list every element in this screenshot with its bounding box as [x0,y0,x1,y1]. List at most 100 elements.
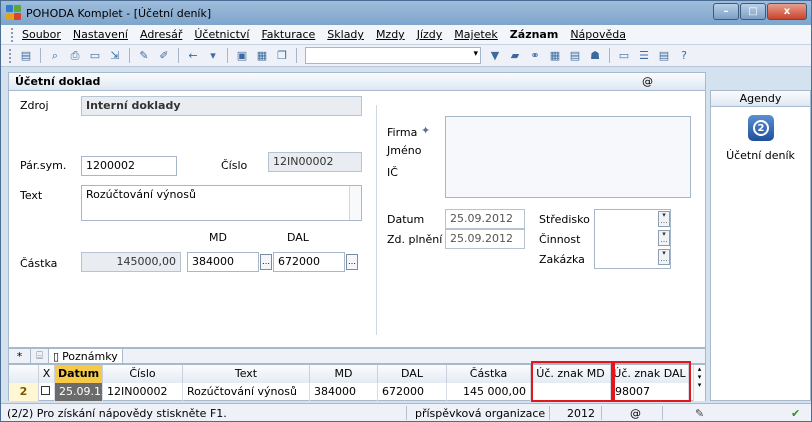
grid-header-x[interactable]: X [39,365,55,383]
close-button[interactable]: x [767,3,807,20]
grid-header-dal[interactable]: DAL [378,365,447,383]
filter-icon[interactable]: ▼ [487,48,503,64]
minimize-button[interactable]: – [713,3,739,20]
toolbar-separator [129,48,130,63]
row-castka[interactable]: 145 000,00 [447,383,531,401]
toolbar: ▤ ⌕ ⎙ ▭ ⇲ ✎ ✐ ← ▾ ▣ ▦ ❐ ▼ ▰ ⚭ ▦ ▤ ☗ ▭ ☰ … [1,45,811,67]
menu-jizdy[interactable]: Jízdy [417,28,443,41]
zakazka-label: Zakázka [539,253,585,266]
cislo-label: Číslo [221,159,248,172]
toolbar-separator [40,48,41,63]
back-icon[interactable]: ← [185,48,201,64]
dal-account-field[interactable]: 672000 [273,252,345,272]
jmeno-label: Jméno [387,144,422,157]
window-title: POHODA Komplet - [Účetní deník] [26,6,212,20]
window-icon[interactable]: ▭ [616,48,632,64]
stredisko-select-button[interactable]: ▾… [658,211,670,227]
agendy-item-ucetni-denik[interactable]: Účetní deník [711,149,810,162]
status-help: (2/2) Pro získání nápovědy stiskněte F1. [7,407,227,420]
menu-ucetnictvi[interactable]: Účetnictví [194,28,249,41]
tab-star[interactable]: * [9,349,31,363]
status-bar: (2/2) Pro získání nápovědy stiskněte F1.… [1,403,811,421]
grid-header-md[interactable]: MD [310,365,378,383]
quick-filter-combo[interactable] [305,47,481,64]
menu-soubor[interactable]: Soubor [22,28,61,41]
datum-label: Datum [387,213,425,226]
copy-icon[interactable]: ❐ [274,48,290,64]
menu-nastaveni[interactable]: Nastavení [73,28,128,41]
users-icon[interactable]: ☗ [587,48,603,64]
parsym-field[interactable]: 1200002 [81,156,177,176]
toolbar-separator [227,48,228,63]
folder-icon[interactable]: ▰ [507,48,523,64]
status-org: příspěvková organizace [415,407,546,420]
help-icon[interactable]: ? [676,48,692,64]
menu-zaznam[interactable]: Záznam [510,28,559,41]
firma-label: Firma [387,126,418,139]
castka-label: Částka [20,257,58,270]
menu-majetek[interactable]: Majetek [454,28,498,41]
grid-header-text[interactable]: Text [183,365,310,383]
firma-address-box[interactable] [445,116,691,198]
open-icon[interactable]: ▤ [18,48,34,64]
save-icon[interactable]: ▣ [234,48,250,64]
notes-icon[interactable]: ▤ [656,48,672,64]
filter-tab-icon[interactable]: ⌸ [31,349,49,363]
calculator-icon[interactable]: ▤ [567,48,583,64]
edit-icon[interactable]: ✐ [156,48,172,64]
new-record-icon[interactable]: ✎ [136,48,152,64]
search-icon[interactable]: ⌕ [47,48,63,64]
menu-napoveda[interactable]: Nápověda [570,28,626,41]
row-number: 2 [9,383,39,401]
zdroj-field[interactable]: Interní doklady [81,96,362,116]
menu-adresar[interactable]: Adresář [140,28,182,41]
section-header: Účetní doklad @ [8,72,706,90]
grid-header-castka[interactable]: Částka [447,365,531,383]
tab-poznamky[interactable]: ▯ Poznámky [49,349,123,363]
pohoda-app-icon [6,5,22,21]
menu-mzdy[interactable]: Mzdy [376,28,405,41]
preview-icon[interactable]: ▭ [87,48,103,64]
menu-fakturace[interactable]: Fakturace [261,28,315,41]
column-divider [376,105,377,335]
tab-poznamky-label: Poznámky [62,349,118,363]
datum-field[interactable]: 25.09.2012 [445,209,525,229]
status-separator [406,406,407,420]
menu-sklady[interactable]: Sklady [327,28,364,41]
row-checkbox[interactable] [39,383,55,401]
cinnost-select-button[interactable]: ▾… [658,230,670,246]
grid-icon[interactable]: ▦ [547,48,563,64]
text-scrollbar[interactable] [349,186,361,220]
grid-header-rownum [9,365,39,383]
row-text[interactable]: Rozúčtování výnosů [183,383,310,401]
cislo-field[interactable]: 12IN00002 [268,152,362,172]
chevron-down-icon[interactable]: ▾ [205,48,221,64]
row-md[interactable]: 384000 [310,383,378,401]
zdplneni-field[interactable]: 25.09.2012 [445,229,525,249]
md-account-field[interactable]: 384000 [187,252,259,272]
maximize-button[interactable]: □ [740,3,766,20]
address-book-icon[interactable]: ✦ [421,124,430,137]
status-at: @ [630,407,641,420]
zakazka-select-button[interactable]: ▾… [658,249,670,265]
grid-header-cislo[interactable]: Číslo [103,365,183,383]
text-label: Text [20,189,43,202]
list-icon[interactable]: ☰ [636,48,652,64]
row-datum[interactable]: 25.09.12 [55,383,103,401]
md-select-button[interactable]: … [260,254,272,270]
grid-scrollbar[interactable]: ▴ ▾ ▾ [693,365,705,401]
highlight-znak-md [531,361,613,402]
row-dal[interactable]: 672000 [378,383,447,401]
link-icon[interactable]: ⚭ [527,48,543,64]
row-cislo[interactable]: 12IN00002 [103,383,183,401]
text-field[interactable]: Rozúčtování výnosů [81,185,362,221]
export-icon[interactable]: ⇲ [107,48,123,64]
ucetni-denik-icon[interactable]: 2 [748,115,774,141]
print-icon[interactable]: ⎙ [67,48,83,64]
notes-icon: ▯ [53,349,60,363]
save-all-icon[interactable]: ▦ [254,48,270,64]
dal-select-button[interactable]: … [346,254,358,270]
toolbar-grip [9,48,12,63]
castka-field[interactable]: 145000,00 [81,252,181,272]
grid-header-datum[interactable]: Datum [55,365,103,383]
